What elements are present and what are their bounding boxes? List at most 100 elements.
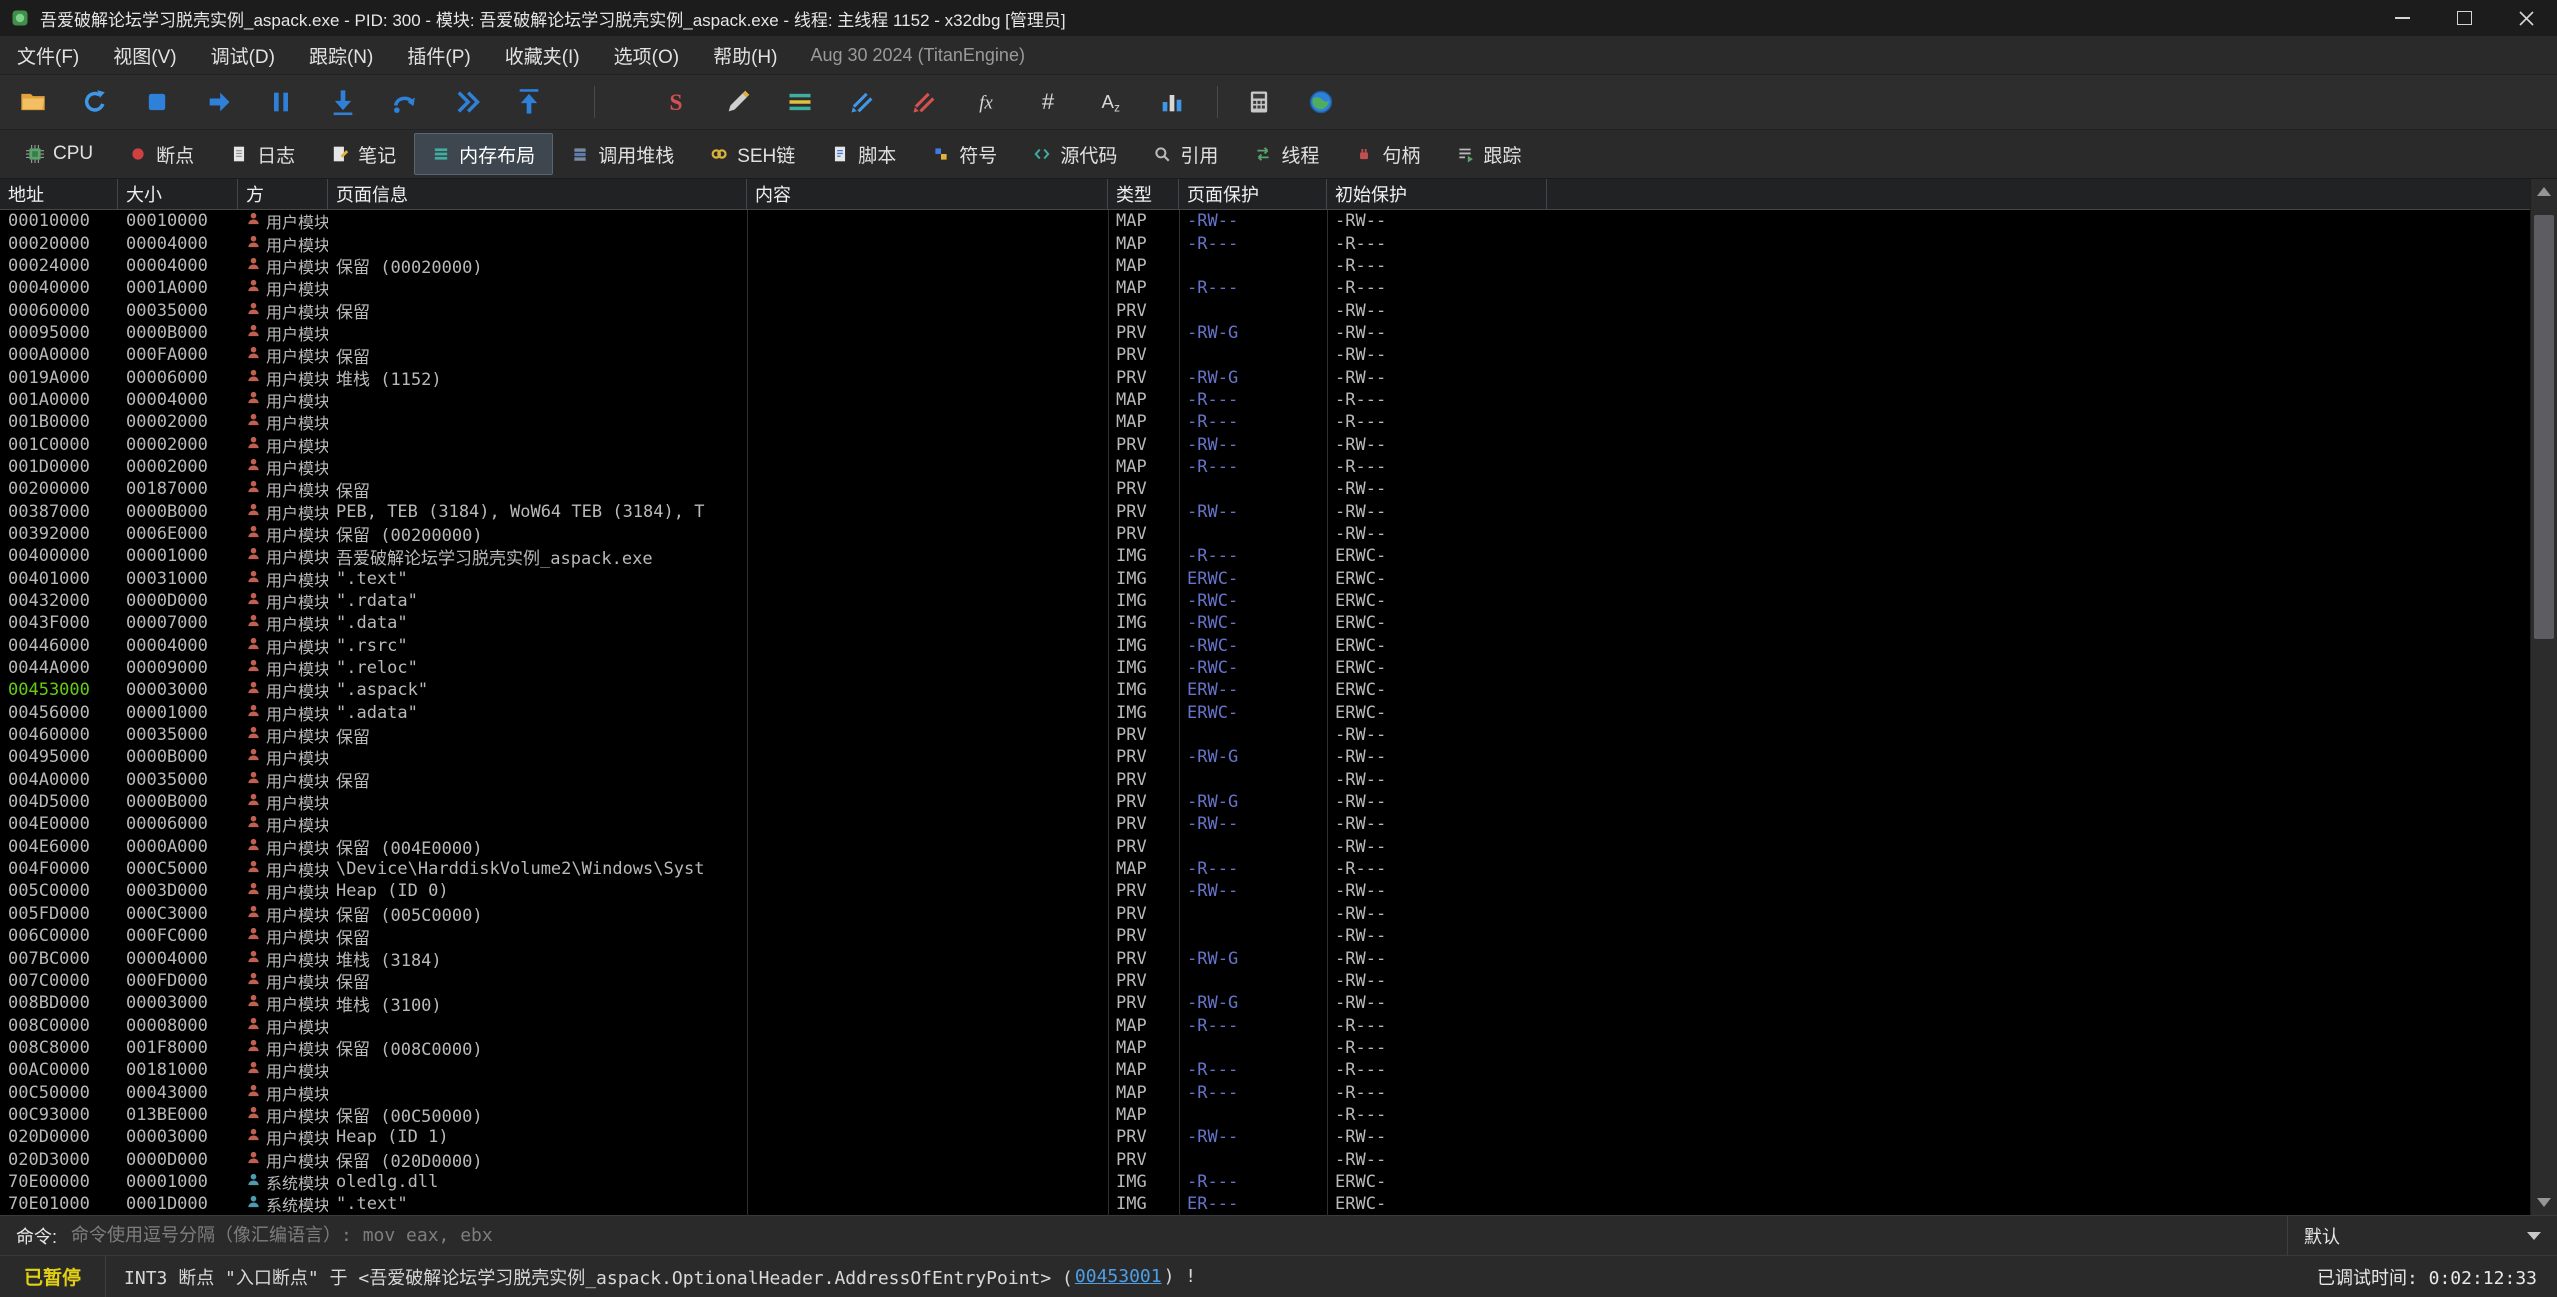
calculator-button[interactable] [1236, 81, 1282, 123]
table-row[interactable]: 004A000000035000用户模块保留PRV-RW-- [0, 769, 2557, 791]
table-row[interactable]: 0044A00000009000用户模块".reloc"IMG-RWC-ERWC… [0, 657, 2557, 679]
tab-memory-map[interactable]: 内存布局 [414, 133, 553, 175]
pause-button[interactable] [258, 81, 304, 123]
table-row[interactable]: 004D50000000B000用户模块PRV-RW-G-RW-- [0, 791, 2557, 813]
menu-item[interactable]: 帮助(H) [696, 36, 794, 74]
table-row[interactable]: 0002000000004000用户模块MAP-R----R--- [0, 232, 2557, 254]
tab-notes[interactable]: 笔记 [313, 133, 414, 175]
restart-button[interactable] [72, 81, 118, 123]
strings-button[interactable]: Az [1087, 81, 1133, 123]
update-button[interactable] [1298, 81, 1344, 123]
open-file-button[interactable] [10, 81, 56, 123]
table-row[interactable]: 00C93000013BE000用户模块保留 (00C50000)MAP-R--… [0, 1104, 2557, 1126]
minimize-button[interactable] [2371, 0, 2433, 36]
column-header-content[interactable]: 内容 [747, 179, 1108, 209]
column-header-party[interactable]: 方 [238, 179, 328, 209]
table-row[interactable]: 007BC00000004000用户模块堆栈 (3184)PRV-RW-G-RW… [0, 947, 2557, 969]
command-profile-dropdown[interactable]: 默认 [2287, 1216, 2557, 1255]
table-row[interactable]: 0040100000031000用户模块".text"IMGERWC-ERWC- [0, 568, 2557, 590]
table-row[interactable]: 0020000000187000用户模块保留PRV-RW-- [0, 478, 2557, 500]
table-row[interactable]: 001B000000002000用户模块MAP-R----R--- [0, 411, 2557, 433]
tab-handles[interactable]: 句柄 [1337, 133, 1438, 175]
maximize-button[interactable] [2433, 0, 2495, 36]
table-row[interactable]: 0043F00000007000用户模块".data"IMG-RWC-ERWC- [0, 612, 2557, 634]
table-row[interactable]: 0002400000004000用户模块保留 (00020000)MAP-R--… [0, 255, 2557, 277]
table-row[interactable]: 004E60000000A000用户模块保留 (004E0000)PRV-RW-… [0, 836, 2557, 858]
table-row[interactable]: 020D000000003000用户模块Heap (ID 1)PRV-RW---… [0, 1126, 2557, 1148]
table-row[interactable]: 001D000000002000用户模块MAP-R----R--- [0, 456, 2557, 478]
menu-item[interactable]: 文件(F) [0, 36, 96, 74]
table-row[interactable]: 00AC000000181000用户模块MAP-R----R--- [0, 1059, 2557, 1081]
tab-references[interactable]: 引用 [1135, 133, 1236, 175]
table-row[interactable]: 001C000000002000用户模块PRV-RW---RW-- [0, 433, 2557, 455]
table-row[interactable]: 004E000000006000用户模块PRV-RW---RW-- [0, 813, 2557, 835]
column-header-initial-protection[interactable]: 初始保护 [1327, 179, 1547, 209]
table-row[interactable]: 70E0000000001000系统模块oledlg.dllIMG-R---ER… [0, 1171, 2557, 1193]
menu-item[interactable]: 跟踪(N) [292, 36, 390, 74]
scroll-down-icon[interactable] [2537, 1198, 2551, 1207]
table-row[interactable]: 008BD00000003000用户模块堆栈 (3100)PRV-RW-G-RW… [0, 992, 2557, 1014]
tab-seh-chain[interactable]: SEH链 [692, 133, 813, 175]
tab-script[interactable]: 脚本 [813, 133, 914, 175]
table-row[interactable]: 00C5000000043000用户模块MAP-R----R--- [0, 1081, 2557, 1103]
table-row[interactable]: 004320000000D000用户模块".rdata"IMG-RWC-ERWC… [0, 590, 2557, 612]
step-over-button[interactable] [382, 81, 428, 123]
table-row[interactable]: 008C8000001F8000用户模块保留 (008C0000)MAP-R--… [0, 1037, 2557, 1059]
scylla-button[interactable]: S [653, 81, 699, 123]
table-row[interactable]: 005FD000000C3000用户模块保留 (005C0000)PRV-RW-… [0, 903, 2557, 925]
table-row[interactable]: 0019A00000006000用户模块堆栈 (1152)PRV-RW-G-RW… [0, 366, 2557, 388]
table-row[interactable]: 000A0000000FA000用户模块保留PRV-RW-- [0, 344, 2557, 366]
tab-cpu[interactable]: CPU [8, 133, 111, 175]
close-button[interactable] [2495, 0, 2557, 36]
table-row[interactable]: 0045300000003000用户模块".aspack"IMGERW--ERW… [0, 679, 2557, 701]
table-row[interactable]: 004F0000000C5000用户模块\Device\HarddiskVolu… [0, 858, 2557, 880]
run-button[interactable] [196, 81, 242, 123]
scrollbar-thumb[interactable] [2534, 215, 2554, 639]
column-header-size[interactable]: 大小 [118, 179, 238, 209]
menu-item[interactable]: 选项(O) [597, 36, 696, 74]
menu-item[interactable]: 插件(P) [390, 36, 487, 74]
table-row[interactable]: 000400000001A000用户模块MAP-R----R--- [0, 277, 2557, 299]
menu-item[interactable]: 视图(V) [96, 36, 193, 74]
table-row[interactable]: 0006000000035000用户模块保留PRV-RW-- [0, 299, 2557, 321]
vertical-scrollbar[interactable] [2530, 179, 2557, 1215]
analysis-button[interactable] [839, 81, 885, 123]
table-row[interactable]: 001A000000004000用户模块MAP-R----R--- [0, 389, 2557, 411]
execute-till-return-button[interactable] [444, 81, 490, 123]
tab-breakpoints[interactable]: 断点 [111, 133, 212, 175]
table-row[interactable]: 020D30000000D000用户模块保留 (020D0000)PRV-RW-… [0, 1148, 2557, 1170]
table-row[interactable]: 003870000000B000用户模块PEB, TEB (3184), WoW… [0, 500, 2557, 522]
table-row[interactable]: 0044600000004000用户模块".rsrc"IMG-RWC-ERWC- [0, 635, 2557, 657]
table-row[interactable]: 007C0000000FD000用户模块保留PRV-RW-- [0, 970, 2557, 992]
tab-call-stack[interactable]: 调用堆栈 [553, 133, 692, 175]
tab-log[interactable]: 日志 [212, 133, 313, 175]
tab-source-code[interactable]: 源代码 [1015, 133, 1135, 175]
scroll-up-icon[interactable] [2537, 187, 2551, 196]
table-row[interactable]: 004950000000B000用户模块PRV-RW-G-RW-- [0, 746, 2557, 768]
command-input[interactable] [69, 1215, 2287, 1256]
table-row[interactable]: 003920000006E000用户模块保留 (00200000)PRV-RW-… [0, 523, 2557, 545]
patch-button[interactable] [715, 81, 761, 123]
column-header-page-protection[interactable]: 页面保护 [1179, 179, 1327, 209]
functions-button[interactable]: fx [963, 81, 1009, 123]
table-row[interactable]: 0046000000035000用户模块保留PRV-RW-- [0, 724, 2557, 746]
column-header-type[interactable]: 类型 [1108, 179, 1179, 209]
close-process-button[interactable] [134, 81, 180, 123]
remove-analysis-button[interactable] [901, 81, 947, 123]
entrypoint-address-link[interactable]: 00453001 [1075, 1266, 1162, 1287]
menu-item[interactable]: 收藏夹(I) [488, 36, 597, 74]
graph-button[interactable] [1149, 81, 1195, 123]
table-row[interactable]: 70E010000001D000系统模块".text"IMGER---ERWC- [0, 1193, 2557, 1215]
snowman-button[interactable]: # [1025, 81, 1071, 123]
table-row[interactable]: 000950000000B000用户模块PRV-RW-G-RW-- [0, 322, 2557, 344]
step-out-button[interactable] [506, 81, 552, 123]
column-header-address[interactable]: 地址 [0, 179, 118, 209]
table-row[interactable]: 005C00000003D000用户模块Heap (ID 0)PRV-RW---… [0, 880, 2557, 902]
table-row[interactable]: 0001000000010000用户模块MAP-RW---RW-- [0, 210, 2557, 232]
table-row[interactable]: 006C0000000FC000用户模块保留PRV-RW-- [0, 925, 2557, 947]
table-row[interactable]: 008C000000008000用户模块MAP-R----R--- [0, 1014, 2557, 1036]
table-row[interactable]: 0045600000001000用户模块".adata"IMGERWC-ERWC… [0, 702, 2557, 724]
menu-item[interactable]: 调试(D) [194, 36, 292, 74]
step-into-button[interactable] [320, 81, 366, 123]
tab-symbols[interactable]: 符号 [914, 133, 1015, 175]
